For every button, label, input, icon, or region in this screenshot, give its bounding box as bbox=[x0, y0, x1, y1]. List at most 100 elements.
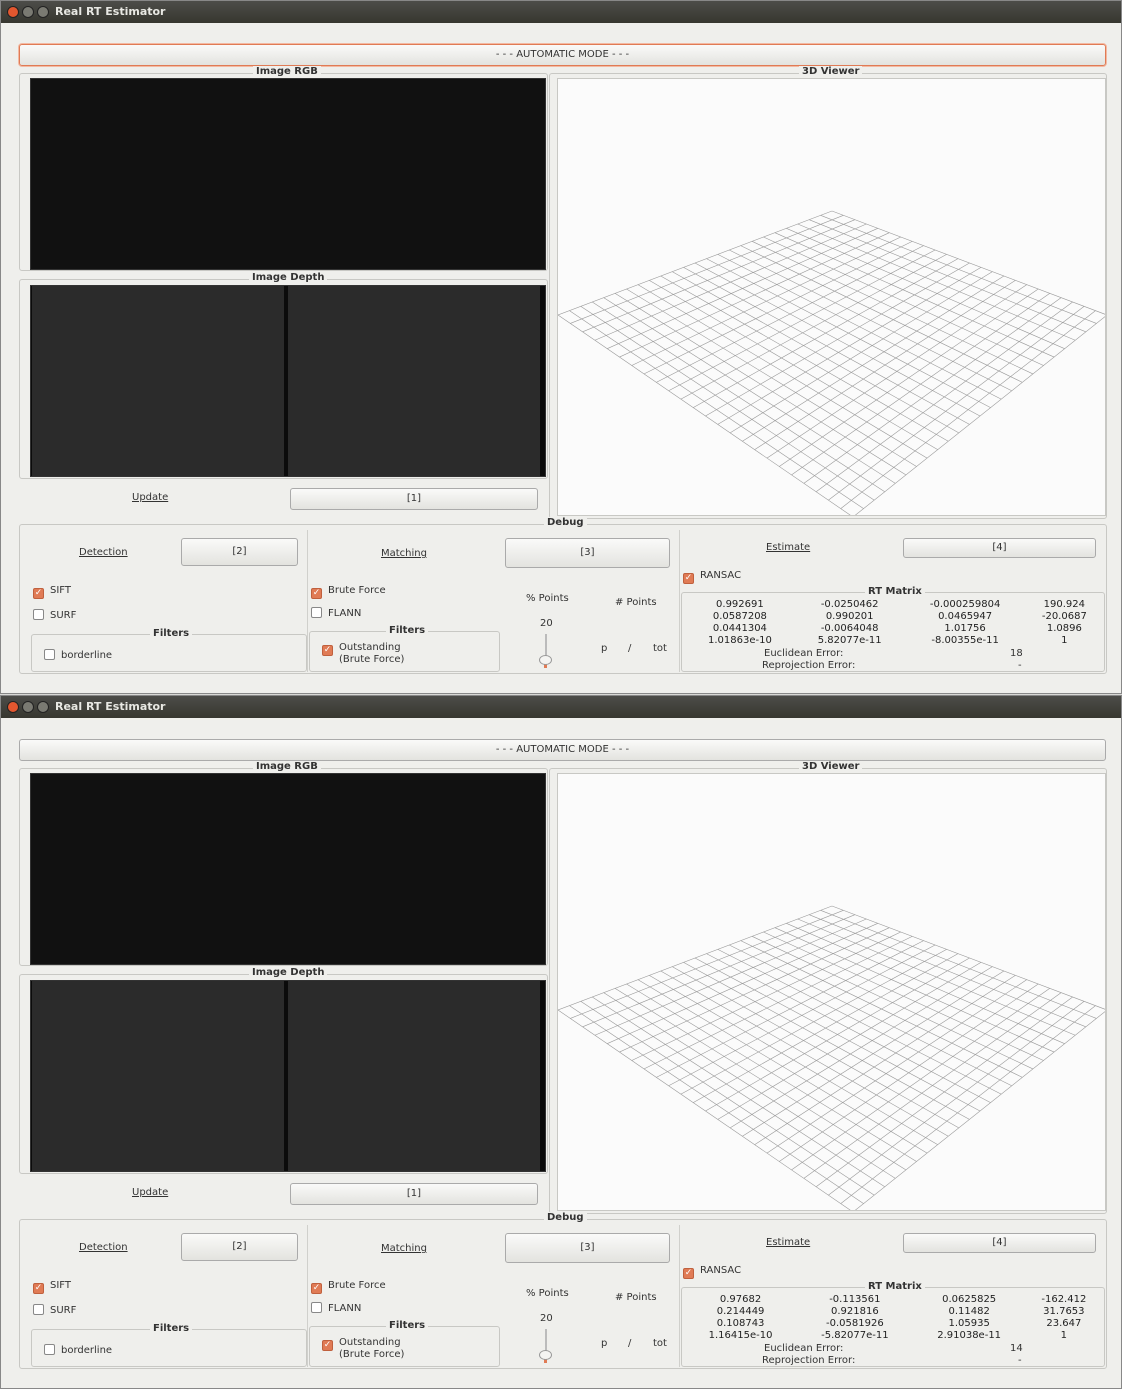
3d-viewer[interactable] bbox=[557, 78, 1106, 516]
3d-viewer[interactable] bbox=[557, 773, 1106, 1211]
matrix-cell: -8.00355e-11 bbox=[931, 634, 999, 646]
brute-force-checkbox[interactable]: ✓ Brute Force bbox=[311, 585, 386, 599]
sift-checkbox[interactable]: ✓ SIFT bbox=[33, 1280, 71, 1294]
close-button[interactable] bbox=[7, 6, 19, 18]
surf-checkbox[interactable]: SURF bbox=[33, 609, 76, 621]
surf-check-box[interactable] bbox=[33, 1304, 44, 1315]
maximize-button[interactable] bbox=[37, 701, 49, 713]
grid-line bbox=[603, 992, 896, 1179]
matrix-cell: 1.05935 bbox=[948, 1317, 990, 1329]
flann-check-box[interactable] bbox=[311, 607, 322, 618]
borderline-check-box[interactable] bbox=[44, 1344, 55, 1355]
grid-line bbox=[791, 293, 1050, 476]
sift-label: SIFT bbox=[50, 1280, 71, 1291]
matrix-cell: 0.214449 bbox=[716, 1305, 765, 1317]
outstanding-check-box[interactable]: ✓ bbox=[322, 645, 333, 656]
outstanding-label-2: (Brute Force) bbox=[339, 1349, 405, 1360]
flann-checkbox[interactable]: FLANN bbox=[311, 607, 361, 619]
matrix-cell: 190.924 bbox=[1043, 598, 1085, 610]
window-title: Real RT Estimator bbox=[55, 700, 166, 713]
borderline-checkbox[interactable]: borderline bbox=[44, 1344, 112, 1356]
matrix-cell: -0.0064048 bbox=[820, 622, 879, 634]
ransac-check-box[interactable]: ✓ bbox=[683, 573, 694, 584]
outstanding-check-box[interactable]: ✓ bbox=[322, 1340, 333, 1351]
outstanding-label-2: (Brute Force) bbox=[339, 654, 405, 665]
brute-force-check-box[interactable]: ✓ bbox=[311, 1283, 322, 1294]
minimize-button[interactable] bbox=[22, 701, 34, 713]
button-1[interactable]: [1] bbox=[290, 1183, 538, 1205]
estimate-link[interactable]: Estimate bbox=[766, 1237, 810, 1248]
matrix-cell: -20.0687 bbox=[1041, 610, 1087, 622]
matrix-cell: 2.91038e-11 bbox=[937, 1329, 1002, 1341]
outstanding-checkbox[interactable]: ✓ bbox=[322, 1337, 339, 1351]
grid-line bbox=[569, 310, 864, 509]
matrix-cell: 31.7653 bbox=[1043, 1305, 1085, 1317]
app-window: Real RT Estimator - - - AUTOMATIC MODE -… bbox=[0, 0, 1122, 694]
matrix-row: 0.108743 -0.0581926 1.05935 23.647 bbox=[685, 1317, 1103, 1329]
matrix-cell: -0.000259804 bbox=[929, 598, 1001, 610]
matching-link[interactable]: Matching bbox=[381, 548, 427, 559]
surf-check-box[interactable] bbox=[33, 609, 44, 620]
button-3[interactable]: [3] bbox=[505, 1233, 670, 1263]
divider bbox=[307, 530, 308, 672]
num-points-label: # Points bbox=[615, 597, 657, 608]
title-bar[interactable]: Real RT Estimator bbox=[1, 1, 1121, 23]
update-link[interactable]: Update bbox=[132, 492, 168, 503]
matching-link[interactable]: Matching bbox=[381, 1243, 427, 1254]
estimate-link[interactable]: Estimate bbox=[766, 542, 810, 553]
sift-check-box[interactable]: ✓ bbox=[33, 588, 44, 599]
button-2[interactable]: [2] bbox=[181, 1233, 298, 1261]
detection-filters-label: Filters bbox=[150, 628, 193, 639]
update-link[interactable]: Update bbox=[132, 1187, 168, 1198]
button-3[interactable]: [3] bbox=[505, 538, 670, 568]
sift-check-box[interactable]: ✓ bbox=[33, 1283, 44, 1294]
sift-label: SIFT bbox=[50, 585, 71, 596]
depth-image bbox=[30, 980, 546, 1172]
maximize-button[interactable] bbox=[37, 6, 49, 18]
ransac-check-box[interactable]: ✓ bbox=[683, 1268, 694, 1279]
automatic-mode-button[interactable]: - - - AUTOMATIC MODE - - - bbox=[19, 44, 1106, 66]
sift-checkbox[interactable]: ✓ SIFT bbox=[33, 585, 71, 599]
flann-check-box[interactable] bbox=[311, 1302, 322, 1313]
automatic-mode-button[interactable]: - - - AUTOMATIC MODE - - - bbox=[19, 739, 1106, 761]
points-slider-handle[interactable] bbox=[539, 1350, 552, 1360]
rgb-image-left bbox=[31, 774, 288, 964]
outstanding-label-1: Outstanding bbox=[339, 1337, 401, 1348]
detection-link[interactable]: Detection bbox=[79, 1242, 128, 1253]
minimize-button[interactable] bbox=[22, 6, 34, 18]
points-slider-handle[interactable] bbox=[539, 655, 552, 665]
flann-checkbox[interactable]: FLANN bbox=[311, 1302, 361, 1314]
button-4[interactable]: [4] bbox=[903, 1233, 1096, 1253]
surf-label: SURF bbox=[50, 1305, 77, 1316]
euclidean-error-label: Euclidean Error: bbox=[764, 648, 844, 659]
grid-line bbox=[637, 979, 928, 1154]
euclidean-error-value: 18 bbox=[1010, 648, 1023, 659]
num-points-label: # Points bbox=[615, 1292, 657, 1303]
slash-label: / bbox=[628, 1338, 632, 1349]
outstanding-checkbox[interactable]: ✓ bbox=[322, 642, 339, 656]
surf-label: SURF bbox=[50, 610, 77, 621]
image-rgb-label: Image RGB bbox=[253, 761, 321, 772]
button-4[interactable]: [4] bbox=[903, 538, 1096, 558]
detection-link[interactable]: Detection bbox=[79, 547, 128, 558]
p-label: p bbox=[601, 1338, 608, 1349]
title-bar[interactable]: Real RT Estimator bbox=[1, 696, 1121, 718]
matrix-cell: 0.0625825 bbox=[942, 1293, 997, 1305]
ransac-label: RANSAC bbox=[700, 570, 742, 581]
matrix-row: 0.0587208 0.990201 0.0465947 -20.0687 bbox=[685, 610, 1103, 622]
ransac-checkbox[interactable]: ✓ RANSAC bbox=[683, 1265, 741, 1279]
grid-line bbox=[803, 297, 1062, 484]
borderline-checkbox[interactable]: borderline bbox=[44, 649, 112, 661]
button-1[interactable]: [1] bbox=[290, 488, 538, 510]
brute-force-checkbox[interactable]: ✓ Brute Force bbox=[311, 1280, 386, 1294]
grid-line bbox=[815, 301, 1073, 492]
brute-force-check-box[interactable]: ✓ bbox=[311, 588, 322, 599]
close-button[interactable] bbox=[7, 701, 19, 713]
flann-label: FLANN bbox=[328, 608, 362, 619]
surf-checkbox[interactable]: SURF bbox=[33, 1304, 76, 1316]
matrix-cell: 0.990201 bbox=[825, 610, 874, 622]
ransac-checkbox[interactable]: ✓ RANSAC bbox=[683, 570, 741, 584]
button-2[interactable]: [2] bbox=[181, 538, 298, 566]
borderline-check-box[interactable] bbox=[44, 649, 55, 660]
matrix-cell: 0.108743 bbox=[716, 1317, 765, 1329]
